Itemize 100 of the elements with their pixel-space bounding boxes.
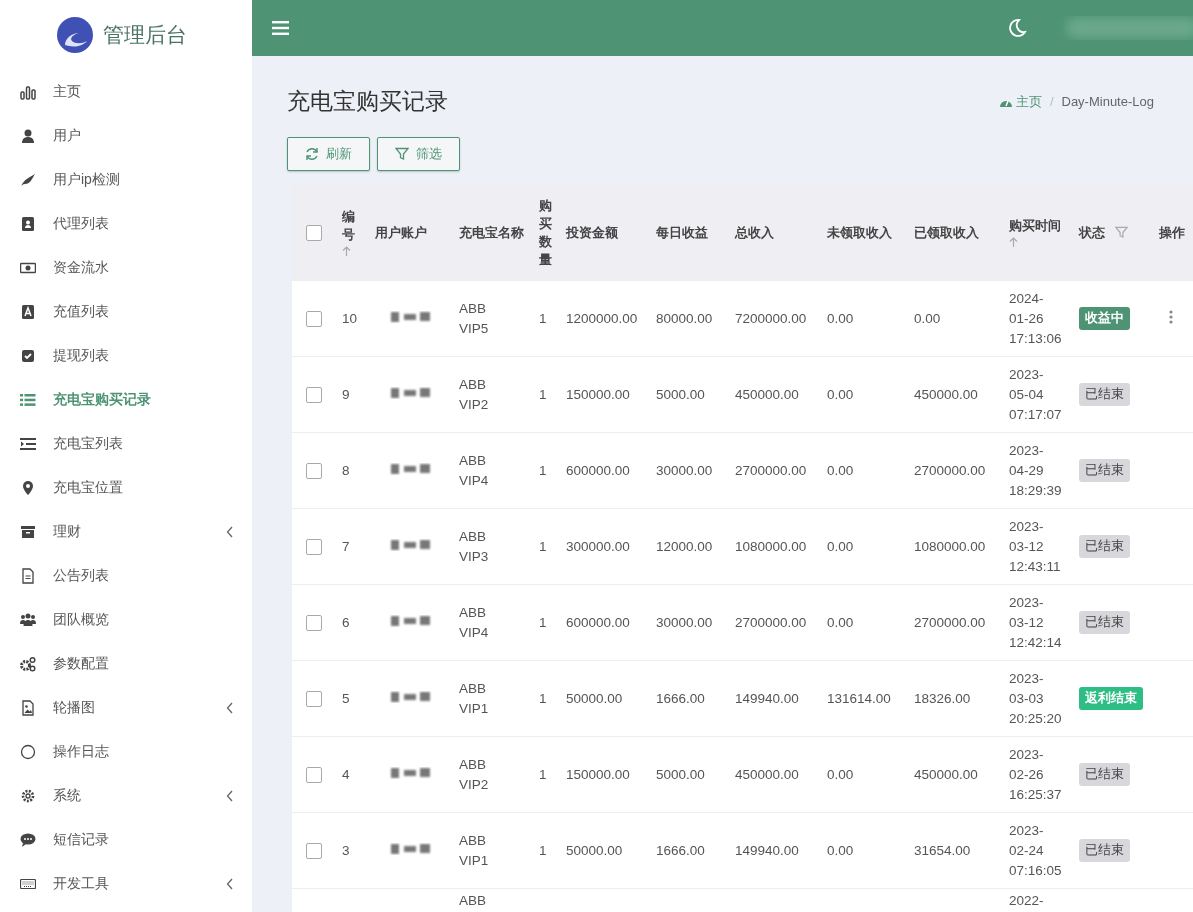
- sidebar-item[interactable]: 充电宝购买记录: [0, 378, 252, 422]
- list-icon: [20, 392, 36, 408]
- sidebar-item[interactable]: 代理列表: [0, 202, 252, 246]
- sidebar-item[interactable]: 参数配置: [0, 642, 252, 686]
- record-id: 10: [342, 311, 358, 326]
- record-id: 5: [342, 691, 350, 706]
- select-all-checkbox[interactable]: [306, 224, 322, 241]
- sort-arrow-icon[interactable]: [342, 246, 351, 257]
- logo-icon: [57, 17, 93, 53]
- sidebar-item[interactable]: 轮播图: [0, 686, 252, 730]
- leaf-icon: [20, 172, 36, 188]
- status-badge: 已结束: [1079, 763, 1130, 786]
- row-checkbox[interactable]: [306, 538, 322, 555]
- sidebar-item[interactable]: 短信记录: [0, 818, 252, 862]
- claimed-income: 31654.00: [914, 843, 971, 858]
- indent-list-icon: [20, 436, 36, 452]
- purchase-time: 2023-02-26 16:25:37: [1009, 745, 1062, 804]
- product-name: ABB: [459, 893, 486, 908]
- sidebar-item[interactable]: 充电宝位置: [0, 466, 252, 510]
- sidebar-item[interactable]: 资金流水: [0, 246, 252, 290]
- column-header: 未领取收入: [827, 223, 892, 242]
- moon-icon[interactable]: [1007, 18, 1027, 38]
- total-income: 7200000.00: [735, 311, 807, 326]
- status-badge: 已结束: [1079, 535, 1130, 558]
- unclaimed-income: 131614.00: [827, 691, 891, 706]
- purchase-time: 2023-02-24 07:16:05: [1009, 821, 1062, 880]
- row-checkbox[interactable]: [306, 462, 322, 479]
- sidebar-item[interactable]: 主页: [0, 70, 252, 114]
- daily-income: 1666.00: [656, 691, 705, 706]
- row-checkbox[interactable]: [306, 766, 322, 783]
- bar-chart-icon: [20, 84, 36, 100]
- total-income: 149940.00: [735, 843, 799, 858]
- unclaimed-income: 0.00: [827, 387, 854, 402]
- redacted-text: [389, 689, 433, 705]
- sidebar-item[interactable]: 系统: [0, 774, 252, 818]
- record-id: 8: [342, 463, 350, 478]
- row-checkbox[interactable]: [306, 842, 322, 859]
- quantity: 1: [539, 615, 547, 630]
- investment-amount: 600000.00: [566, 615, 630, 630]
- sidebar-item[interactable]: 公告列表: [0, 554, 252, 598]
- investment-amount: 50000.00: [566, 691, 623, 706]
- investment-amount: 150000.00: [566, 767, 630, 782]
- row-checkbox[interactable]: [306, 386, 322, 403]
- more-icon[interactable]: [1169, 310, 1173, 324]
- purchase-time: 2023-03-12 12:42:14: [1009, 593, 1062, 652]
- claimed-income: 450000.00: [914, 767, 978, 782]
- purchase-time: 2023-03-12 12:43:11: [1009, 517, 1061, 576]
- breadcrumb-separator: /: [1049, 94, 1054, 109]
- row-checkbox[interactable]: [306, 690, 322, 707]
- sidebar-item[interactable]: 理财: [0, 510, 252, 554]
- status-badge: 已结束: [1079, 459, 1130, 482]
- record-id: 6: [342, 615, 350, 630]
- claimed-income: 18326.00: [914, 691, 971, 706]
- menu-icon[interactable]: [272, 21, 289, 35]
- sidebar-item[interactable]: 充值列表: [0, 290, 252, 334]
- filter-icon[interactable]: [1115, 225, 1128, 239]
- breadcrumb-current: Day-Minute-Log: [1061, 94, 1154, 109]
- column-header[interactable]: 购买时间: [1009, 217, 1061, 235]
- daily-income: 80000.00: [656, 311, 713, 326]
- redacted-text: [389, 841, 433, 857]
- sidebar-item[interactable]: 用户: [0, 114, 252, 158]
- column-header: 用户账户: [375, 223, 427, 242]
- column-header: 购买数量: [539, 196, 553, 269]
- row-checkbox[interactable]: [306, 310, 322, 327]
- purchase-time: 2023-03-03 20:25:20: [1009, 669, 1062, 728]
- checkbox-icon: [20, 348, 36, 364]
- sidebar-item[interactable]: 充电宝列表: [0, 422, 252, 466]
- daily-income: 5000.00: [656, 767, 705, 782]
- group-icon: [20, 612, 36, 628]
- unclaimed-income: 0.00: [827, 311, 854, 326]
- sidebar-item[interactable]: 用户ip检测: [0, 158, 252, 202]
- quantity: 1: [539, 463, 547, 478]
- record-id: 9: [342, 387, 350, 402]
- column-header: 每日收益: [656, 223, 708, 242]
- column-header: 充电宝名称: [459, 223, 524, 242]
- archive-icon: [20, 524, 36, 540]
- filter-button[interactable]: 筛选: [377, 137, 460, 171]
- sidebar-item[interactable]: 开发工具: [0, 862, 252, 906]
- sidebar-item[interactable]: 提现列表: [0, 334, 252, 378]
- refresh-button[interactable]: 刷新: [287, 137, 370, 171]
- total-income: 450000.00: [735, 767, 799, 782]
- total-income: 149940.00: [735, 691, 799, 706]
- sort-arrow-icon[interactable]: [1009, 237, 1018, 248]
- column-header: 操作: [1159, 223, 1185, 242]
- banknote-icon: [20, 260, 36, 276]
- status-badge: 已结束: [1079, 839, 1130, 862]
- claimed-income: 2700000.00: [914, 615, 986, 630]
- claimed-income: 0.00: [914, 311, 941, 326]
- product-name: ABB VIP2: [459, 755, 489, 794]
- column-header[interactable]: 状态: [1079, 223, 1105, 242]
- status-badge: 收益中: [1079, 307, 1130, 330]
- document-icon: [20, 568, 36, 584]
- image-file-icon: [20, 700, 36, 716]
- redacted-text: [389, 385, 433, 401]
- sidebar-item[interactable]: 团队概览: [0, 598, 252, 642]
- unclaimed-income: 0.00: [827, 615, 854, 630]
- status-badge: 已结束: [1079, 611, 1130, 634]
- sidebar-item[interactable]: 操作日志: [0, 730, 252, 774]
- row-checkbox[interactable]: [306, 614, 322, 631]
- product-name: ABB VIP1: [459, 831, 489, 870]
